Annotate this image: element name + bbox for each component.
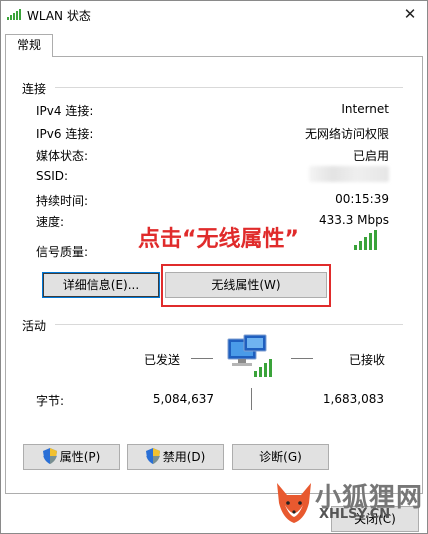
annotation-click-wireless-properties: 点击“无线属性” (138, 227, 299, 252)
details-button[interactable]: 详细信息(E)... (42, 272, 160, 298)
speed-value: 433.3 Mbps (318, 213, 389, 227)
uac-shield-icon (145, 448, 160, 464)
network-computer-icon (227, 334, 272, 377)
bytes-sent-value: 5,084,637 (152, 392, 214, 406)
bytes-received-value: 1,683,083 (322, 392, 384, 406)
ssid-value-redacted (309, 166, 389, 182)
disable-button-label: 禁用(D) (162, 450, 206, 464)
ipv4-label: IPv4 连接: (36, 104, 94, 118)
bytes-label: 字节: (36, 394, 65, 408)
uac-shield-icon (42, 448, 57, 464)
wifi-signal-icon (7, 9, 21, 20)
wlan-status-dialog: WLAN 状态 ✕ 常规 连接 IPv4 连接: Internet IPv6 连… (0, 0, 428, 534)
duration-label: 持续时间: (36, 194, 89, 208)
media-state-label: 媒体状态: (36, 149, 89, 163)
ipv6-value: 无网络访问权限 (304, 127, 389, 141)
received-label: 已接收 (349, 353, 386, 367)
media-state-value: 已启用 (352, 149, 389, 163)
window-title: WLAN 状态 (27, 9, 91, 23)
properties-button[interactable]: 属性(P) (23, 444, 120, 470)
sent-line (191, 358, 213, 359)
highlight-box (161, 264, 331, 307)
watermark-url: XHLSY.CN (319, 507, 391, 522)
ipv4-value: Internet (341, 102, 389, 116)
signal-quality-icon (354, 230, 377, 250)
connection-divider (55, 87, 403, 88)
ipv6-label: IPv6 连接: (36, 127, 94, 141)
title-bar: WLAN 状态 ✕ (1, 1, 427, 29)
tab-general[interactable]: 常规 (5, 34, 53, 57)
signal-quality-label: 信号质量: (36, 245, 89, 259)
sent-label: 已发送 (144, 353, 181, 367)
activity-section-title: 活动 (22, 319, 47, 333)
properties-button-label: 属性(P) (59, 450, 101, 464)
bytes-divider (251, 388, 252, 410)
speed-label: 速度: (36, 215, 65, 229)
fox-logo-icon (277, 483, 311, 523)
watermark: 小狐狸网 XHLSY.CN (273, 477, 423, 529)
received-line (291, 358, 313, 359)
ssid-label: SSID: (36, 169, 69, 183)
connection-section-title: 连接 (22, 82, 47, 96)
diagnose-button[interactable]: 诊断(G) (232, 444, 329, 470)
duration-value: 00:15:39 (335, 192, 389, 206)
activity-divider (55, 324, 403, 325)
disable-button[interactable]: 禁用(D) (127, 444, 224, 470)
close-icon[interactable]: ✕ (401, 5, 419, 23)
